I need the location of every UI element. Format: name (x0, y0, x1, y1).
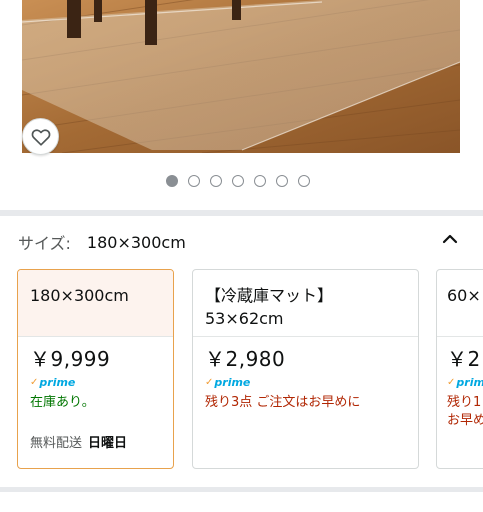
variant-card-180x300[interactable]: 180×300cm ￥9,999 ✓ prime 在庫あり。 無料配送 日曜日 (17, 269, 174, 469)
section-divider (0, 487, 483, 492)
delivery-info: 無料配送 日曜日 (30, 436, 128, 451)
variant-title-line1: 【冷蔵庫マット】 (205, 286, 334, 305)
variant-title: 180×300cm (30, 286, 129, 305)
stock-status: 残り3点 ご注文はお早めに (205, 395, 361, 410)
carousel-dot[interactable] (254, 175, 266, 187)
size-label: サイズ: (18, 234, 71, 253)
size-selected-value: 180×300cm (86, 232, 186, 252)
size-toggle-button[interactable] (440, 229, 460, 249)
carousel-dot[interactable] (188, 175, 200, 187)
size-selector-header[interactable]: サイズ: 180×300cm (18, 230, 464, 254)
variant-price: ￥2 (447, 347, 481, 371)
variant-price: ￥2,980 (205, 347, 286, 371)
prime-badge: ✓ prime (447, 375, 483, 389)
stock-status: 在庫あり。 (30, 395, 95, 410)
prime-check-icon: ✓ (447, 376, 456, 388)
section-divider (0, 210, 483, 216)
variant-card-60x[interactable]: 60× ￥2 ✓ prime 残り1 お早め (436, 269, 483, 469)
floor-mat-photo (22, 0, 460, 153)
carousel-dot[interactable] (232, 175, 244, 187)
carousel-dot[interactable] (298, 175, 310, 187)
heart-outline-icon (31, 128, 50, 146)
carousel-dot[interactable] (276, 175, 288, 187)
variant-title-line2: 53×62cm (205, 309, 284, 328)
prime-check-icon: ✓ (205, 376, 214, 388)
variant-card-fridge-mat[interactable]: 【冷蔵庫マット】 53×62cm ￥2,980 ✓ prime 残り3点 ご注文… (192, 269, 419, 469)
chevron-up-icon (442, 234, 458, 244)
prime-check-icon: ✓ (30, 376, 39, 388)
prime-badge: ✓ prime (30, 375, 76, 389)
product-image[interactable] (22, 0, 460, 153)
prime-badge: ✓ prime (205, 375, 251, 389)
favorite-button[interactable] (22, 118, 59, 155)
stock-status: 残り1 お早め (447, 395, 483, 428)
carousel-dot[interactable] (210, 175, 222, 187)
variant-title: 60× (447, 286, 481, 305)
image-carousel-indicator (166, 175, 310, 187)
delivery-day: 日曜日 (88, 436, 128, 451)
variant-price: ￥9,999 (30, 347, 111, 371)
carousel-dot[interactable] (166, 175, 178, 187)
